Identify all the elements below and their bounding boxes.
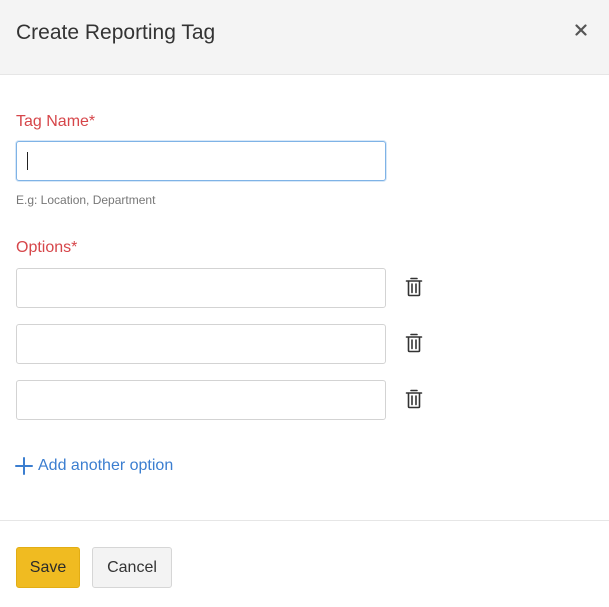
delete-option-3-button[interactable]: [404, 388, 424, 410]
close-button[interactable]: [571, 20, 591, 40]
dialog-header: Create Reporting Tag: [0, 0, 609, 75]
option-input-3[interactable]: [16, 380, 386, 420]
tag-name-label: Tag Name*: [16, 113, 96, 130]
option-input-2[interactable]: [16, 324, 386, 364]
add-another-option-link[interactable]: Add another option: [14, 455, 173, 477]
plus-icon: [15, 457, 33, 475]
tag-name-input[interactable]: [16, 141, 386, 181]
option-input-1[interactable]: [16, 268, 386, 308]
dialog-footer: Save Cancel: [0, 520, 609, 607]
close-icon: [575, 24, 587, 36]
tag-name-help-text: E.g: Location, Department: [16, 193, 156, 207]
trash-icon: [405, 277, 423, 297]
add-another-option-label: Add another option: [38, 457, 174, 474]
create-reporting-tag-dialog: Create Reporting Tag Tag Name* E.g: Loca…: [0, 0, 609, 607]
options-label: Options*: [16, 239, 78, 256]
delete-option-2-button[interactable]: [404, 332, 424, 354]
cancel-button[interactable]: Cancel: [92, 547, 172, 588]
trash-icon: [405, 333, 423, 353]
trash-icon: [405, 389, 423, 409]
dialog-title: Create Reporting Tag: [16, 21, 216, 44]
save-button[interactable]: Save: [16, 547, 80, 588]
delete-option-1-button[interactable]: [404, 276, 424, 298]
text-caret: [27, 152, 28, 170]
